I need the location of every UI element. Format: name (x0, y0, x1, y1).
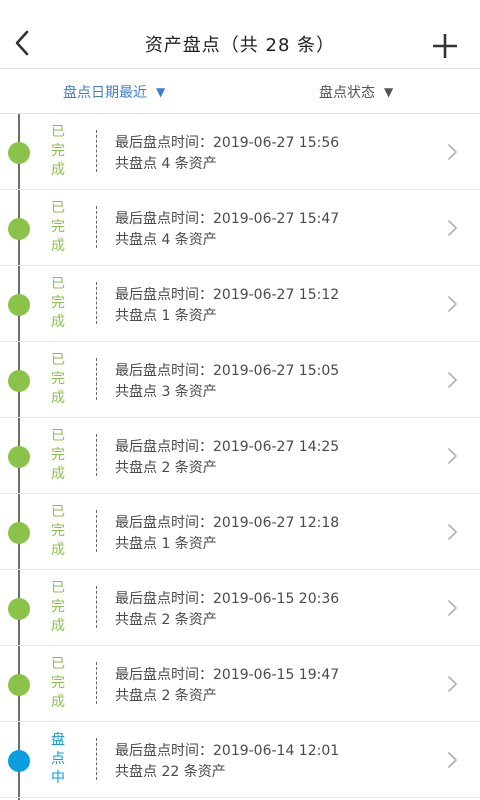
asset-count: 共盘点 1 条资产 (115, 308, 217, 324)
time-label: 最后盘点时间： (115, 439, 213, 455)
dashed-divider (96, 586, 97, 628)
inventory-record-row[interactable]: 盘点中 最后盘点时间：2019-06-14 12:01 共盘点 22 条资产 (0, 722, 480, 798)
time-label: 最后盘点时间： (115, 743, 213, 759)
asset-count: 共盘点 2 条资产 (115, 612, 217, 628)
time-value: 2019-06-15 20:36 (213, 591, 340, 607)
asset-count: 共盘点 1 条资产 (115, 536, 217, 552)
inventory-record-row[interactable]: 已完成 最后盘点时间：2019-06-15 19:47 共盘点 2 条资产 (0, 646, 480, 722)
dashed-divider (96, 282, 97, 324)
status-dot-icon (8, 750, 30, 772)
status-dot-icon (8, 370, 30, 392)
asset-count: 共盘点 2 条资产 (115, 688, 217, 704)
chevron-right-icon (448, 448, 457, 464)
inventory-record-row[interactable]: 已完成 最后盘点时间：2019-06-15 20:36 共盘点 2 条资产 (0, 570, 480, 646)
status-text: 已完成 (51, 504, 65, 558)
dashed-divider (96, 206, 97, 248)
status-dot-icon (8, 218, 30, 240)
last-check-time: 最后盘点时间：2019-06-27 15:56 (115, 132, 339, 152)
inventory-record-row[interactable]: 已完成 最后盘点时间：2019-06-27 15:05 共盘点 3 条资产 (0, 342, 480, 418)
chevron-right-icon (448, 144, 457, 160)
last-check-time: 最后盘点时间：2019-06-14 12:01 (115, 740, 339, 760)
time-value: 2019-06-27 12:18 (213, 515, 340, 531)
time-value: 2019-06-15 19:47 (213, 667, 340, 683)
last-check-time: 最后盘点时间：2019-06-15 19:47 (115, 664, 339, 684)
chevron-right-icon (448, 296, 457, 312)
dashed-divider (96, 738, 97, 780)
status-filter-label: 盘点状态 (319, 85, 375, 101)
asset-count: 共盘点 2 条资产 (115, 460, 217, 476)
time-value: 2019-06-14 12:01 (213, 743, 340, 759)
date-sort-label: 盘点日期最近 (63, 85, 147, 101)
dropdown-triangle-icon: ▼ (384, 85, 394, 99)
asset-count: 共盘点 4 条资产 (115, 232, 217, 248)
time-value: 2019-06-27 15:12 (213, 287, 340, 303)
status-dot-icon (8, 446, 30, 468)
time-label: 最后盘点时间： (115, 135, 213, 151)
time-label: 最后盘点时间： (115, 591, 213, 607)
chevron-right-icon (448, 676, 457, 692)
time-value: 2019-06-27 15:05 (213, 363, 340, 379)
asset-count: 共盘点 3 条资产 (115, 384, 217, 400)
status-dot-icon (8, 142, 30, 164)
chevron-right-icon (448, 600, 457, 616)
status-text: 已完成 (51, 580, 65, 634)
time-label: 最后盘点时间： (115, 515, 213, 531)
dashed-divider (96, 662, 97, 704)
time-value: 2019-06-27 15:56 (213, 135, 340, 151)
status-text: 盘点中 (51, 732, 65, 786)
inventory-record-row[interactable]: 已完成 最后盘点时间：2019-06-27 15:12 共盘点 1 条资产 (0, 266, 480, 342)
status-text: 已完成 (51, 276, 65, 330)
dashed-divider (96, 358, 97, 400)
last-check-time: 最后盘点时间：2019-06-27 15:12 (115, 284, 339, 304)
inventory-record-row[interactable]: 已完成 最后盘点时间：2019-06-27 15:56 共盘点 4 条资产 (0, 114, 480, 190)
last-check-time: 最后盘点时间：2019-06-27 15:47 (115, 208, 339, 228)
time-value: 2019-06-27 14:25 (213, 439, 340, 455)
status-dot-icon (8, 598, 30, 620)
asset-count: 共盘点 4 条资产 (115, 156, 217, 172)
asset-count: 共盘点 22 条资产 (115, 764, 226, 780)
chevron-right-icon (448, 752, 457, 768)
inventory-list: 已完成 最后盘点时间：2019-06-27 15:56 共盘点 4 条资产 已完成 最后… (0, 114, 480, 798)
dropdown-triangle-icon: ▼ (156, 85, 166, 99)
chevron-right-icon (448, 372, 457, 388)
time-label: 最后盘点时间： (115, 211, 213, 227)
date-sort-filter[interactable]: 盘点日期最近 ▼ (63, 82, 165, 102)
dashed-divider (96, 434, 97, 476)
status-dot-icon (8, 294, 30, 316)
dashed-divider (96, 510, 97, 552)
inventory-record-row[interactable]: 已完成 最后盘点时间：2019-06-27 14:25 共盘点 2 条资产 (0, 418, 480, 494)
status-dot-icon (8, 674, 30, 696)
plus-icon (433, 34, 457, 58)
status-text: 已完成 (51, 200, 65, 254)
status-dot-icon (8, 522, 30, 544)
status-text: 已完成 (51, 656, 65, 710)
status-text: 已完成 (51, 352, 65, 406)
inventory-record-row[interactable]: 已完成 最后盘点时间：2019-06-27 15:47 共盘点 4 条资产 (0, 190, 480, 266)
filter-bar: 盘点日期最近 ▼ 盘点状态 ▼ (0, 69, 480, 114)
inventory-record-row[interactable]: 已完成 最后盘点时间：2019-06-27 12:18 共盘点 1 条资产 (0, 494, 480, 570)
last-check-time: 最后盘点时间：2019-06-27 14:25 (115, 436, 339, 456)
status-filter[interactable]: 盘点状态 ▼ (319, 82, 393, 102)
app-header: 资产盘点（共 28 条） (0, 0, 480, 69)
add-button[interactable] (432, 33, 458, 59)
last-check-time: 最后盘点时间：2019-06-15 20:36 (115, 588, 339, 608)
status-text: 已完成 (51, 428, 65, 482)
chevron-right-icon (448, 220, 457, 236)
page-title: 资产盘点（共 28 条） (144, 35, 336, 56)
last-check-time: 最后盘点时间：2019-06-27 15:05 (115, 360, 339, 380)
time-label: 最后盘点时间： (115, 667, 213, 683)
status-text: 已完成 (51, 124, 65, 178)
dashed-divider (96, 130, 97, 172)
chevron-right-icon (448, 524, 457, 540)
time-label: 最后盘点时间： (115, 287, 213, 303)
time-value: 2019-06-27 15:47 (213, 211, 340, 227)
time-label: 最后盘点时间： (115, 363, 213, 379)
last-check-time: 最后盘点时间：2019-06-27 12:18 (115, 512, 339, 532)
